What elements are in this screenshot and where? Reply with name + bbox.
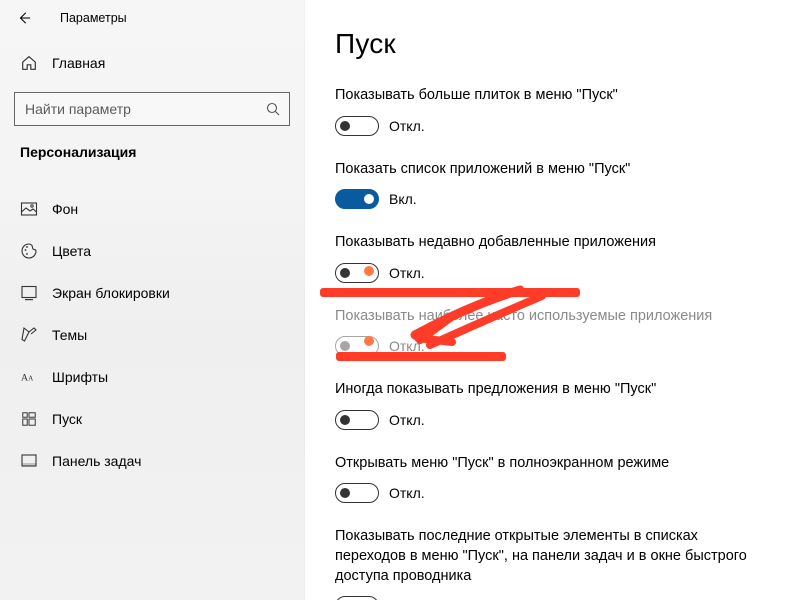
toggle-switch (335, 336, 379, 356)
setting-row: Показывать наиболее часто используемые п… (335, 307, 770, 357)
sidebar: Параметры Главная Персонализация Фон Цве… (0, 0, 305, 600)
content-area: Пуск Показывать больше плиток в меню "Пу… (305, 0, 800, 600)
window-title: Параметры (60, 11, 127, 25)
toggle-switch[interactable] (335, 263, 379, 283)
setting-row: Показывать последние открытые элементы в… (335, 527, 770, 600)
toggle-state-label: Откл. (389, 412, 425, 428)
sidebar-item-colors[interactable]: Цвета (0, 230, 304, 272)
sidebar-item-label: Фон (52, 201, 78, 217)
home-icon (20, 54, 38, 72)
home-button[interactable]: Главная (0, 44, 304, 82)
taskbar-icon (20, 452, 38, 470)
setting-title: Показать список приложений в меню "Пуск" (335, 160, 770, 180)
setting-row: Открывать меню "Пуск" в полноэкранном ре… (335, 454, 770, 504)
setting-row: Показывать больше плиток в меню "Пуск" От… (335, 86, 770, 136)
setting-title: Открывать меню "Пуск" в полноэкранном ре… (335, 454, 770, 474)
toggle-state-label: Вкл. (389, 191, 417, 207)
sidebar-item-label: Темы (52, 327, 87, 343)
sidebar-item-background[interactable]: Фон (0, 188, 304, 230)
setting-title: Показывать последние открытые элементы в… (335, 527, 770, 586)
lockscreen-icon (20, 284, 38, 302)
page-title: Пуск (335, 28, 770, 60)
start-icon (20, 410, 38, 428)
setting-title: Показывать недавно добавленные приложени… (335, 233, 770, 253)
fonts-icon: AA (20, 368, 38, 386)
toggle-switch[interactable] (335, 596, 379, 600)
search-input[interactable] (25, 101, 265, 117)
toggle-switch[interactable] (335, 483, 379, 503)
toggle-switch[interactable] (335, 410, 379, 430)
sidebar-item-taskbar[interactable]: Панель задач (0, 440, 304, 482)
setting-row: Показывать недавно добавленные приложени… (335, 233, 770, 283)
home-label: Главная (52, 55, 105, 71)
sidebar-item-label: Пуск (52, 411, 82, 427)
sidebar-item-start[interactable]: Пуск (0, 398, 304, 440)
sidebar-item-themes[interactable]: Темы (0, 314, 304, 356)
setting-row: Иногда показывать предложения в меню "Пу… (335, 380, 770, 430)
sidebar-item-label: Панель задач (52, 453, 141, 469)
toggle-state-label: Откл. (389, 338, 425, 354)
themes-icon (20, 326, 38, 344)
sidebar-item-label: Экран блокировки (52, 285, 170, 301)
section-title: Персонализация (0, 140, 304, 188)
setting-title: Показывать наиболее часто используемые п… (335, 307, 770, 327)
back-icon[interactable] (16, 10, 32, 26)
sidebar-item-lockscreen[interactable]: Экран блокировки (0, 272, 304, 314)
toggle-state-label: Откл. (389, 265, 425, 281)
palette-icon (20, 242, 38, 260)
toggle-switch[interactable] (335, 116, 379, 136)
setting-title: Показывать больше плиток в меню "Пуск" (335, 86, 770, 106)
search-icon (265, 101, 281, 117)
sidebar-item-label: Цвета (52, 243, 91, 259)
search-box[interactable] (14, 92, 290, 126)
toggle-state-label: Откл. (389, 118, 425, 134)
setting-row: Показать список приложений в меню "Пуск"… (335, 160, 770, 210)
sidebar-item-label: Шрифты (52, 369, 108, 385)
image-icon (20, 200, 38, 218)
svg-text:A: A (21, 373, 28, 384)
toggle-switch[interactable] (335, 189, 379, 209)
setting-title: Иногда показывать предложения в меню "Пу… (335, 380, 770, 400)
svg-text:A: A (28, 375, 34, 383)
toggle-state-label: Откл. (389, 485, 425, 501)
sidebar-item-fonts[interactable]: AA Шрифты (0, 356, 304, 398)
